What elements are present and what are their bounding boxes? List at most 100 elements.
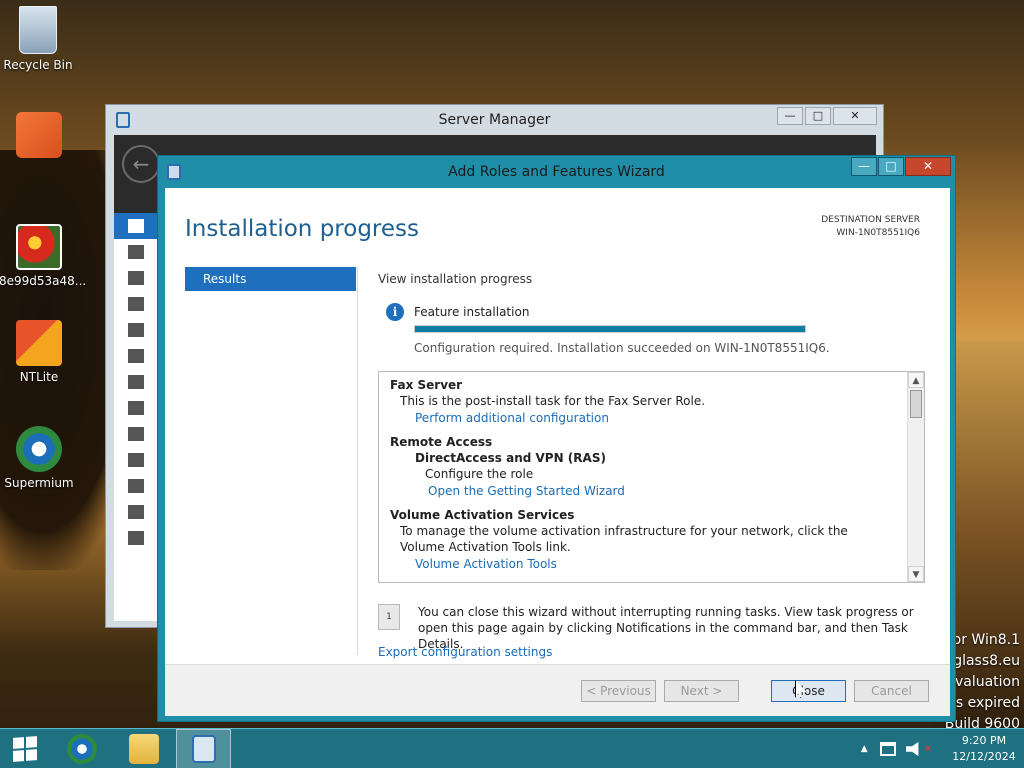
wizard-steps: Results: [185, 267, 356, 291]
server-manager-icon: [191, 735, 216, 763]
results-list[interactable]: Fax Server This is the post-install task…: [378, 371, 925, 583]
results-content: Fax Server This is the post-install task…: [379, 372, 907, 579]
wsus-icon: [128, 531, 144, 545]
dashboard-icon: [128, 219, 144, 233]
fax-icon: [128, 349, 144, 363]
npas-icon: [128, 401, 144, 415]
remote-access-icon: [128, 479, 144, 493]
installation-status: Configuration required. Installation suc…: [414, 341, 830, 355]
results-scrollbar[interactable]: ▲ ▼: [907, 372, 924, 582]
export-configuration-link[interactable]: Export configuration settings: [378, 645, 552, 659]
close-wizard-button[interactable]: Close: [771, 680, 846, 702]
clock-date: 12/12/2024: [952, 750, 1016, 763]
start-button[interactable]: [0, 729, 50, 768]
iis-icon: [128, 375, 144, 389]
clock-time: 9:20 PM: [961, 734, 1007, 747]
desktop-icon-recycle-bin[interactable]: Recycle Bin: [0, 6, 78, 72]
desktop-icon-label: Recycle Bin: [3, 58, 73, 72]
folder-icon: [129, 734, 159, 764]
wizard-titlebar[interactable]: Add Roles and Features Wizard — □ ✕: [158, 156, 955, 188]
ad-icon: [128, 297, 144, 311]
result-title-vas: Volume Activation Services: [390, 508, 575, 522]
app-icon: [16, 112, 62, 158]
result-title-remote-access: Remote Access: [390, 435, 493, 449]
scroll-down-arrow-icon[interactable]: ▼: [908, 566, 924, 582]
volume-activation-tools-link[interactable]: Volume Activation Tools: [390, 555, 896, 574]
step-results[interactable]: Results: [185, 267, 356, 291]
desktop-icon-label: Supermium: [4, 476, 74, 490]
rds-icon: [128, 453, 144, 467]
back-arrow-icon[interactable]: ←: [122, 145, 160, 183]
desktop-icon-ntlite[interactable]: NTLite: [0, 320, 79, 384]
server-manager-title: Server Manager: [438, 112, 551, 128]
desktop-icon-label: 8e99d53a48...: [0, 274, 87, 288]
clock[interactable]: 9:20 PM 12/12/2024: [944, 733, 1024, 765]
desktop-icon-label: NTLite: [19, 370, 59, 384]
image-file-icon: [16, 224, 62, 270]
maximize-button[interactable]: □: [878, 157, 904, 176]
notification-flag-icon: 1: [378, 604, 400, 630]
vas-icon: [128, 505, 144, 519]
view-progress-label: View installation progress: [378, 272, 533, 286]
taskbar-item-browser[interactable]: [56, 729, 108, 768]
supermium-icon: [16, 426, 62, 472]
installation-progress-bar: [414, 325, 806, 333]
recycle-bin-icon: [19, 6, 57, 54]
browser-icon: [67, 734, 97, 764]
perform-additional-configuration-link[interactable]: Perform additional configuration: [390, 409, 896, 428]
minimize-button[interactable]: —: [851, 157, 877, 176]
result-text-vas: To manage the volume activation infrastr…: [400, 524, 848, 554]
close-button[interactable]: ✕: [833, 107, 877, 125]
info-icon: i: [386, 303, 404, 321]
feature-installation-label: Feature installation: [414, 305, 530, 319]
desktop-icon-image-file[interactable]: 8e99d53a48...: [0, 224, 87, 288]
destination-label: DESTINATION SERVER: [821, 215, 920, 225]
minimize-button[interactable]: —: [777, 107, 803, 125]
show-hidden-icons-icon[interactable]: ▲: [861, 744, 868, 754]
add-roles-wizard-window[interactable]: Add Roles and Features Wizard — □ ✕ Inst…: [157, 155, 956, 722]
windows-logo-icon: [13, 736, 37, 762]
feature-installation-row: i Feature installation: [386, 303, 529, 321]
cancel-button[interactable]: Cancel: [854, 680, 929, 702]
scroll-thumb[interactable]: [910, 390, 922, 418]
scroll-up-arrow-icon[interactable]: ▲: [908, 372, 924, 388]
taskbar-item-file-explorer[interactable]: [118, 729, 170, 768]
watermark-line: is expired: [951, 695, 1020, 711]
print-icon: [128, 427, 144, 441]
mute-icon: ✕: [923, 743, 932, 755]
desktop-watermark: or Win8.1 .glass8.eu evaluation is expir…: [945, 630, 1020, 735]
progress-fill: [415, 326, 805, 332]
previous-button[interactable]: < Previous: [581, 680, 656, 702]
wizard-footer: < Previous Next > Close Cancel: [165, 664, 950, 716]
page-title: Installation progress: [185, 216, 419, 242]
network-icon[interactable]: [879, 742, 896, 756]
divider: [357, 267, 358, 655]
destination-value: WIN-1N0T8551IQ6: [836, 228, 920, 238]
system-tray: ▲ ✕ 9:20 PM 12/12/2024: [861, 729, 1024, 768]
taskbar: ▲ ✕ 9:20 PM 12/12/2024: [0, 728, 1024, 768]
next-button[interactable]: Next >: [664, 680, 739, 702]
volume-icon[interactable]: [905, 742, 919, 756]
wizard-title: Add Roles and Features Wizard: [448, 164, 665, 180]
watermark-line: .glass8.eu: [948, 653, 1020, 669]
desktop-icon-app[interactable]: [0, 112, 79, 162]
watermark-line: evaluation: [946, 674, 1020, 690]
all-servers-icon: [128, 271, 144, 285]
maximize-button[interactable]: □: [805, 107, 831, 125]
result-subtitle-ras: DirectAccess and VPN (RAS): [415, 451, 606, 465]
watermark-line: or Win8.1: [952, 632, 1020, 648]
server-manager-titlebar[interactable]: Server Manager — □ ✕: [106, 105, 883, 135]
wizard-content: View installation progress i Feature ins…: [378, 267, 938, 659]
server-manager-app-icon: [116, 112, 130, 128]
taskbar-item-server-manager[interactable]: [176, 729, 231, 768]
desktop-icon-supermium[interactable]: Supermium: [0, 426, 79, 490]
close-button[interactable]: ✕: [905, 157, 951, 176]
result-title-fax: Fax Server: [390, 378, 463, 392]
destination-server: DESTINATION SERVER WIN-1N0T8551IQ6: [821, 214, 920, 240]
wizard-app-icon: [167, 164, 181, 180]
ntlite-icon: [16, 320, 62, 366]
local-server-icon: [128, 245, 144, 259]
result-text-fax: This is the post-install task for the Fa…: [400, 394, 706, 408]
getting-started-wizard-link[interactable]: Open the Getting Started Wizard: [390, 482, 896, 501]
result-text-remote-access: Configure the role: [425, 467, 534, 481]
